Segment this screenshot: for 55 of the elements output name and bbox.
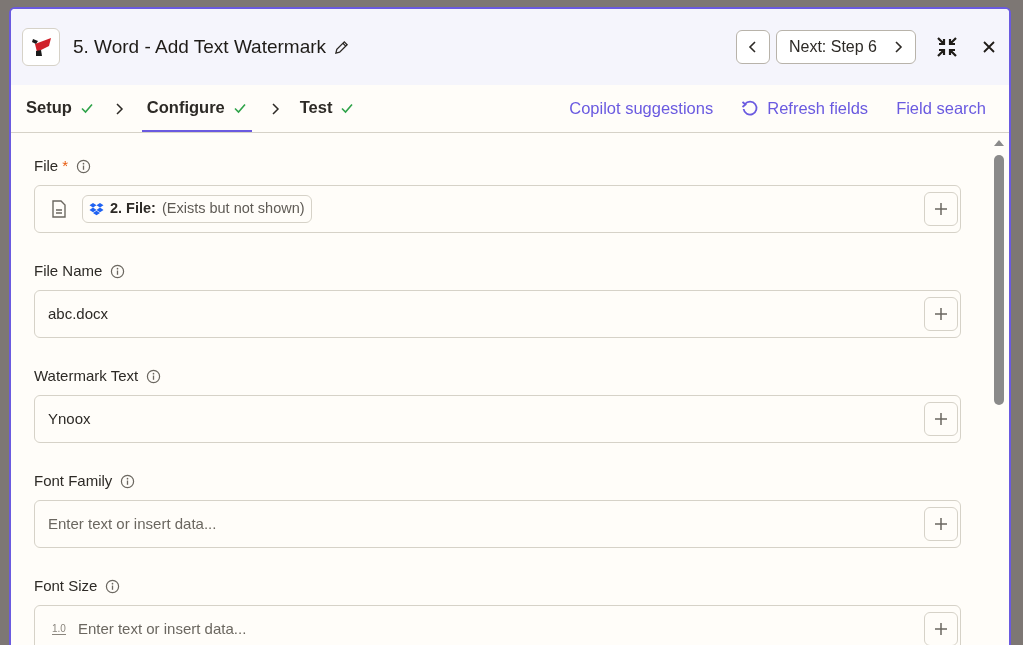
plus-icon bbox=[934, 307, 948, 321]
plus-icon bbox=[934, 412, 948, 426]
field-label: File bbox=[34, 155, 59, 176]
insert-data-button[interactable] bbox=[924, 612, 958, 645]
check-icon bbox=[232, 101, 247, 114]
close-icon[interactable] bbox=[983, 41, 995, 53]
document-icon bbox=[52, 200, 66, 218]
required-mark: * bbox=[62, 155, 68, 176]
window-title: 5. Word - Add Text Watermark bbox=[73, 34, 327, 59]
field-label: File Name bbox=[34, 260, 103, 281]
info-icon bbox=[110, 263, 126, 279]
chevron-right-icon bbox=[269, 101, 280, 116]
refresh-icon bbox=[741, 99, 760, 118]
app-logo-icon bbox=[22, 28, 60, 66]
scroll-up-arrow-icon[interactable] bbox=[993, 139, 1005, 147]
chevron-right-icon bbox=[113, 101, 124, 116]
step-tab[interactable]: Test bbox=[297, 85, 357, 132]
pencil-icon[interactable] bbox=[334, 39, 350, 55]
next-step-button[interactable]: Next: Step 6 bbox=[775, 30, 916, 64]
check-icon bbox=[79, 101, 94, 114]
box-logo-icon bbox=[89, 202, 104, 216]
plus-icon bbox=[934, 517, 948, 531]
action-link[interactable]: Field search bbox=[896, 96, 986, 121]
field-box[interactable]: Ynoox bbox=[34, 395, 961, 443]
collapse-icon[interactable] bbox=[936, 36, 958, 58]
plus-icon bbox=[934, 622, 948, 636]
info-icon bbox=[146, 368, 162, 384]
field-box[interactable]: 1.0 Enter text or insert data... bbox=[34, 605, 961, 645]
input-field[interactable]: Enter text or insert data... bbox=[48, 512, 916, 536]
step-tab[interactable]: Setup bbox=[24, 85, 96, 132]
info-icon bbox=[76, 158, 91, 174]
input-field[interactable]: abc.docx bbox=[48, 302, 916, 326]
field-label: Font Family bbox=[34, 470, 113, 491]
insert-data-button[interactable] bbox=[924, 507, 958, 541]
action-link[interactable]: Refresh fields bbox=[741, 96, 869, 121]
chevron-left-icon bbox=[747, 40, 758, 54]
insert-data-button[interactable] bbox=[924, 402, 958, 436]
input-field[interactable]: Enter text or insert data... bbox=[77, 617, 916, 641]
field-box[interactable]: Enter text or insert data... bbox=[34, 500, 961, 548]
previous-button[interactable] bbox=[735, 30, 770, 64]
insert-data-button[interactable] bbox=[924, 297, 958, 331]
info-icon bbox=[120, 473, 136, 489]
step-tab[interactable]: Configure bbox=[141, 85, 252, 132]
info-icon bbox=[105, 578, 121, 594]
action-link[interactable]: Copilot suggestions bbox=[569, 96, 714, 121]
chevron-right-icon bbox=[893, 40, 903, 54]
check-icon bbox=[340, 101, 355, 114]
input-field[interactable]: Ynoox bbox=[48, 407, 916, 431]
field-label: Font Size bbox=[34, 575, 98, 596]
field-label: Watermark Text bbox=[34, 365, 139, 386]
data-chip[interactable]: 2. File: (Exists but not shown) bbox=[82, 195, 312, 223]
field-box[interactable]: 2. File: (Exists but not shown) bbox=[34, 185, 961, 233]
plus-icon bbox=[934, 202, 948, 216]
field-box[interactable]: abc.docx bbox=[34, 290, 961, 338]
insert-data-button[interactable] bbox=[924, 192, 958, 226]
